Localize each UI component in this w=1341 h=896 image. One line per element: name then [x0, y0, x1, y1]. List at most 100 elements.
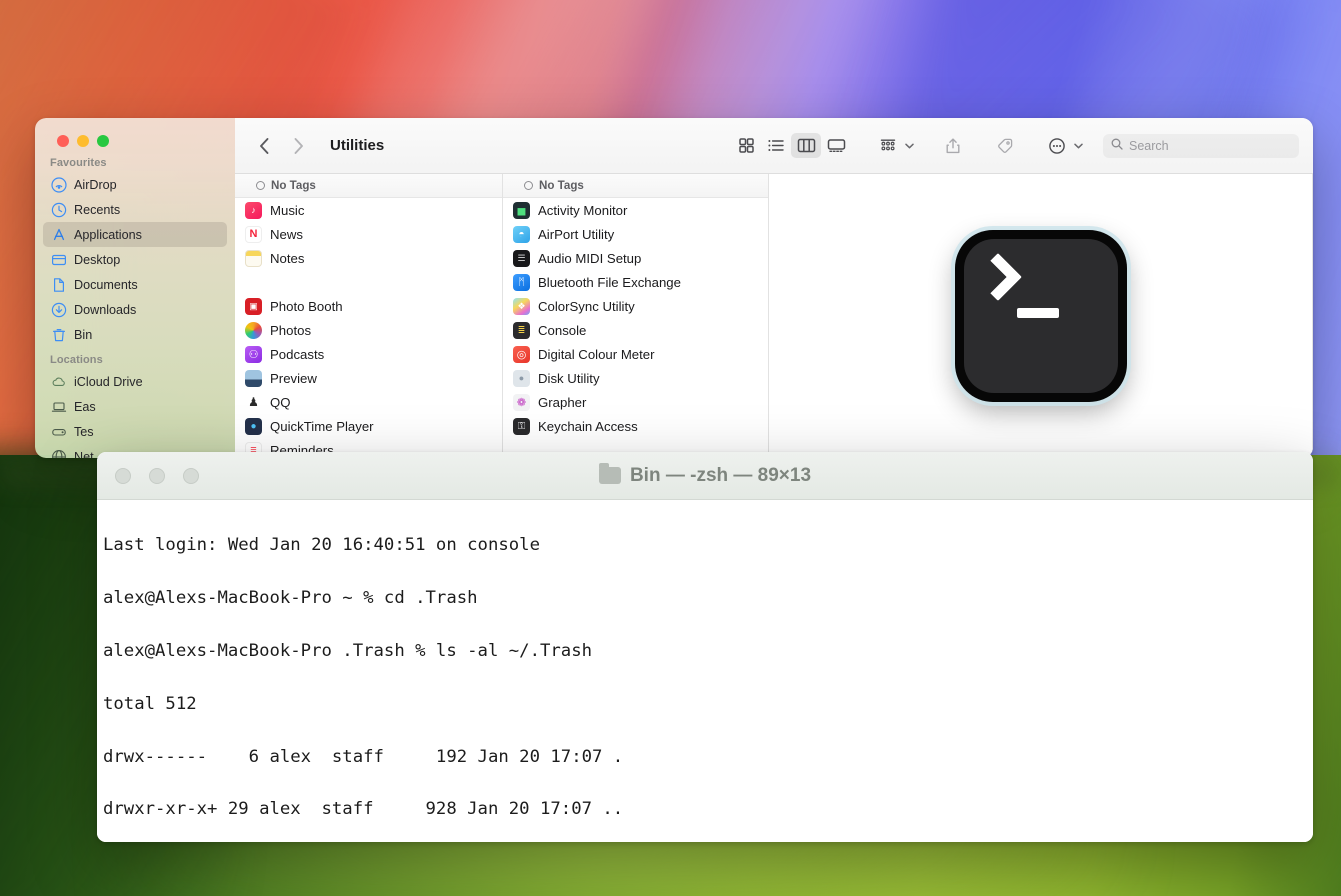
group-by-control[interactable]	[873, 133, 916, 158]
list-item[interactable]: ❁ Grapher	[503, 390, 768, 414]
back-button[interactable]	[249, 132, 279, 160]
sidebar-item-tes[interactable]: Tes	[43, 419, 227, 444]
group-by-button[interactable]	[873, 133, 903, 158]
list-item[interactable]: ⚇ Podcasts	[235, 342, 502, 366]
gallery-view-button[interactable]	[821, 133, 851, 158]
sidebar-item-downloads[interactable]: Downloads	[43, 297, 227, 322]
sidebar-item-desktop[interactable]: Desktop	[43, 247, 227, 272]
finder-close-button[interactable]	[57, 135, 69, 147]
file-name: Digital Colour Meter	[538, 347, 655, 362]
finder-minimize-button[interactable]	[77, 135, 89, 147]
terminal-window[interactable]: Bin — -zsh — 89×13 Last login: Wed Jan 2…	[97, 452, 1313, 842]
share-button[interactable]	[938, 133, 968, 158]
laptop-icon	[50, 398, 67, 415]
colorsync-utility-app-icon: ❖	[513, 298, 530, 315]
list-item[interactable]: ≣ Console	[503, 318, 768, 342]
sidebar-item-eas[interactable]: Eas	[43, 394, 227, 419]
no-tags-circle-icon	[256, 181, 265, 190]
breadcrumb: Utilities	[330, 137, 384, 154]
group-header-no-tags: No Tags	[235, 174, 502, 198]
list-item[interactable]: ♟ QQ	[235, 390, 502, 414]
sidebar-item-label: Downloads	[74, 303, 136, 317]
terminal-line: drwxr-xr-x+ 29 alex staff 928 Jan 20 17:…	[103, 796, 1313, 822]
chevron-down-icon[interactable]	[1072, 133, 1085, 158]
finder-column-1[interactable]: No Tags ♪ Music N News Notes	[235, 174, 503, 458]
chevron-down-icon[interactable]	[903, 133, 916, 158]
terminal-prompt-glyph	[973, 253, 1021, 301]
sidebar-item-label: Tes	[74, 425, 94, 439]
podcasts-app-icon: ⚇	[245, 346, 262, 363]
list-spacer	[235, 270, 502, 294]
list-view-button[interactable]	[761, 133, 791, 158]
terminal-traffic-lights	[115, 468, 199, 484]
quicktime-player-app-icon: ●	[245, 418, 262, 435]
list-item[interactable]: ♪ Music	[235, 198, 502, 222]
terminal-line: drwx------ 6 alex staff 192 Jan 20 17:07…	[103, 744, 1313, 770]
file-name: ColorSync Utility	[538, 299, 635, 314]
list-item[interactable]: ☰ Audio MIDI Setup	[503, 246, 768, 270]
finder-preview-pane	[769, 174, 1313, 458]
list-item[interactable]: Photos	[235, 318, 502, 342]
activity-monitor-app-icon: ▅	[513, 202, 530, 219]
column-view-button[interactable]	[791, 133, 821, 158]
notes-app-icon	[245, 250, 262, 267]
file-name: News	[270, 227, 303, 242]
finder-traffic-lights	[57, 135, 109, 147]
terminal-zoom-button[interactable]	[183, 468, 199, 484]
group-header-label: No Tags	[539, 179, 584, 192]
list-item[interactable]: ● Disk Utility	[503, 366, 768, 390]
list-item[interactable]: ▣ Photo Booth	[235, 294, 502, 318]
forward-button[interactable]	[283, 132, 313, 160]
file-name: QQ	[270, 395, 291, 410]
list-item[interactable]: ◎ Digital Colour Meter	[503, 342, 768, 366]
file-name: Photo Booth	[270, 299, 343, 314]
file-name: Activity Monitor	[538, 203, 627, 218]
finder-zoom-button[interactable]	[97, 135, 109, 147]
sidebar-item-label: Documents	[74, 278, 138, 292]
file-name: Keychain Access	[538, 419, 638, 434]
group-header-no-tags: No Tags	[503, 174, 768, 198]
file-name: Podcasts	[270, 347, 324, 362]
finder-column-2[interactable]: No Tags ▅ Activity Monitor ◓ AirPort Uti…	[503, 174, 769, 458]
terminal-title: Bin — -zsh — 89×13	[97, 465, 1313, 487]
file-name: Photos	[270, 323, 311, 338]
terminal-line: alex@Alexs-MacBook-Pro .Trash % ls -al ~…	[103, 638, 1313, 664]
music-app-icon: ♪	[245, 202, 262, 219]
list-item[interactable]: ⚿ Keychain Access	[503, 414, 768, 438]
list-item[interactable]: ▅ Activity Monitor	[503, 198, 768, 222]
sidebar-item-airdrop[interactable]: AirDrop	[43, 172, 227, 197]
tags-button[interactable]	[990, 133, 1020, 158]
disk-utility-app-icon: ●	[513, 370, 530, 387]
list-item[interactable]: ● QuickTime Player	[235, 414, 502, 438]
file-name: Console	[538, 323, 586, 338]
bin-icon	[50, 326, 67, 343]
sidebar-item-documents[interactable]: Documents	[43, 272, 227, 297]
list-item[interactable]: Notes	[235, 246, 502, 270]
no-tags-circle-icon	[524, 181, 533, 190]
icon-view-button[interactable]	[731, 133, 761, 158]
audio-midi-setup-app-icon: ☰	[513, 250, 530, 267]
console-app-icon: ≣	[513, 322, 530, 339]
finder-content: Utilities	[235, 118, 1313, 458]
sidebar-item-icloud-drive[interactable]: iCloud Drive	[43, 369, 227, 394]
list-item[interactable]: Preview	[235, 366, 502, 390]
view-switcher	[731, 133, 851, 158]
search-icon	[1111, 138, 1123, 153]
more-actions-control[interactable]	[1042, 133, 1085, 158]
list-item[interactable]: ❖ ColorSync Utility	[503, 294, 768, 318]
list-item[interactable]: ◓ AirPort Utility	[503, 222, 768, 246]
sidebar-item-bin[interactable]: Bin	[43, 322, 227, 347]
finder-window[interactable]: Favourites AirDrop Recents Applications	[35, 118, 1313, 458]
list-item[interactable]: ᛗ Bluetooth File Exchange	[503, 270, 768, 294]
terminal-minimize-button[interactable]	[149, 468, 165, 484]
terminal-output[interactable]: Last login: Wed Jan 20 16:40:51 on conso…	[97, 500, 1313, 842]
terminal-line: total 512	[103, 691, 1313, 717]
sidebar-item-recents[interactable]: Recents	[43, 197, 227, 222]
search-field[interactable]: Search	[1103, 134, 1299, 158]
sidebar-item-applications[interactable]: Applications	[43, 222, 227, 247]
terminal-close-button[interactable]	[115, 468, 131, 484]
list-item[interactable]: N News	[235, 222, 502, 246]
download-icon	[50, 301, 67, 318]
file-name: Disk Utility	[538, 371, 600, 386]
more-actions-button[interactable]	[1042, 133, 1072, 158]
